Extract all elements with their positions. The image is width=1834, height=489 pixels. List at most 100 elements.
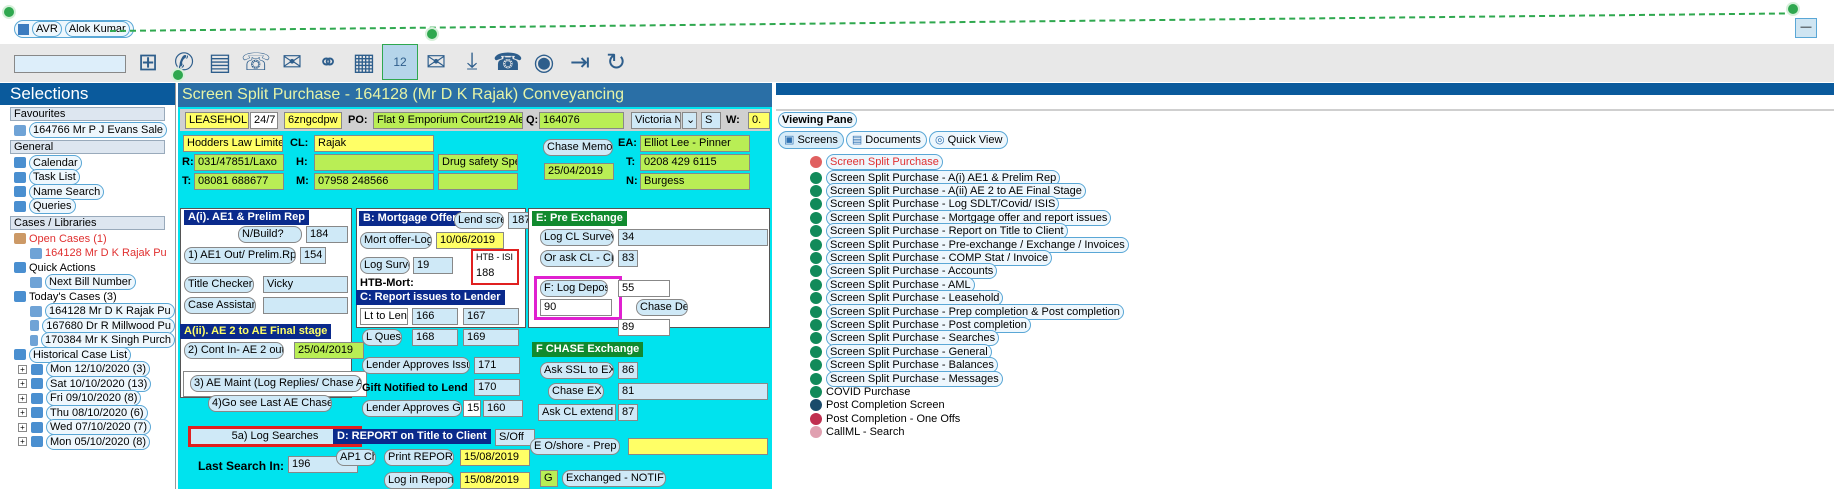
history-day-1[interactable]: + Mon 12/10/2020 (3) [0, 361, 175, 378]
tree-root[interactable]: Screen Split Purchase [810, 153, 943, 170]
drug-field[interactable]: Drug safety Spe [438, 154, 518, 171]
tab-screens[interactable]: ▣ Screens [778, 131, 844, 149]
tree-item[interactable]: CallML - Search [810, 425, 904, 440]
lender-approves-issues-button[interactable]: Lender Approves Issues [362, 357, 470, 374]
log-report-button[interactable]: Log in Report [384, 472, 454, 489]
today-case-2[interactable]: 167680 Dr R Millwood Pu [0, 317, 175, 334]
history-day-6[interactable]: + Mon 05/10/2020 (8) [0, 433, 175, 450]
history-day-2[interactable]: + Sat 10/10/2020 (13) [0, 375, 175, 392]
tab-documents[interactable]: ▤ Documents [845, 131, 927, 149]
add-case-icon[interactable]: ⊞ [130, 44, 166, 80]
expand-icon[interactable]: + [18, 437, 27, 447]
go-see-button[interactable]: 4)Go see Last AE Chaser [208, 395, 332, 412]
ea-t-field[interactable]: 0208 429 6115 [640, 154, 750, 171]
phone-icon[interactable]: ☏ [238, 44, 274, 80]
calendar-item[interactable]: Calendar [0, 154, 175, 171]
export-icon[interactable]: ⇥ [562, 44, 598, 80]
expand-icon[interactable]: + [18, 364, 27, 374]
search-input[interactable] [14, 55, 126, 73]
pin-icon[interactable] [1786, 2, 1800, 16]
h-field[interactable] [314, 154, 434, 171]
expand-icon[interactable]: + [18, 422, 27, 432]
print-report-button[interactable]: Print REPORT [384, 449, 454, 466]
ask-ssl-button[interactable]: Ask SSL to EX [540, 362, 614, 379]
q-field[interactable]: 164076 [539, 112, 624, 129]
todays-cases-item[interactable]: Today's Cases (3) [0, 290, 175, 305]
email-icon[interactable]: ✉ [418, 44, 454, 80]
today-case-3[interactable]: 170384 Mr K Singh Purch [0, 332, 175, 349]
lender-approves-gift-button[interactable]: Lender Approves Gift [362, 400, 462, 417]
task-list-item[interactable]: Task List [0, 169, 175, 186]
title-checker-button[interactable]: Title Checker [184, 276, 254, 293]
ap1-chk-button[interactable]: AP1 Chk [336, 449, 376, 466]
pin-icon[interactable] [171, 68, 185, 82]
s-button[interactable]: S [701, 112, 721, 129]
build-button[interactable]: N/Build? [238, 226, 302, 243]
coins-icon[interactable]: ◉ [526, 44, 562, 80]
deposit-input[interactable]: 90 [540, 299, 612, 316]
lend-screen-button[interactable]: Lend scre [454, 212, 504, 229]
ae1-out-button[interactable]: 1) AE1 Out/ Prelim.Rpt [184, 247, 296, 264]
ask-cl-cd-button[interactable]: Or ask CL - CD [540, 250, 614, 267]
lender-ques-button[interactable]: L Ques [362, 329, 402, 346]
m-field[interactable]: 07958 248566 [314, 173, 434, 190]
historical-item[interactable]: Historical Case List [0, 346, 175, 363]
expand-icon[interactable]: + [18, 379, 27, 389]
title-checker-select[interactable]: Vicky [263, 276, 348, 293]
t-field[interactable]: 08081 688677 [194, 173, 284, 190]
contact-icon[interactable]: ☎ [490, 44, 526, 80]
envelope-sign-icon[interactable]: ✉ [274, 44, 310, 80]
survey-select[interactable]: 19 [413, 257, 453, 274]
ea-field[interactable]: Elliot Lee - Pinner [640, 135, 750, 152]
cl-field[interactable]: Rajak [314, 135, 434, 152]
pin-icon[interactable] [425, 27, 439, 41]
sof-field[interactable]: S/Off [495, 429, 535, 446]
refresh-icon[interactable]: ↻ [598, 44, 634, 80]
minimize-button[interactable]: — [1795, 18, 1817, 38]
next-bill-item[interactable]: Next Bill Number [0, 274, 175, 291]
open-cases-item[interactable]: Open Cases (1) [0, 232, 175, 247]
quick-actions-item[interactable]: Quick Actions [0, 261, 175, 276]
fav-item[interactable]: 164766 Mr P J Evans Sale [0, 122, 175, 139]
open-case-item[interactable]: 164128 Mr D K Rajak Pu [0, 246, 175, 261]
mort-log-button[interactable]: Mort offer-Log [360, 232, 432, 249]
history-day-3[interactable]: + Fri 09/10/2020 (8) [0, 390, 175, 407]
log-deposit-button[interactable]: F: Log Deposit [540, 280, 608, 297]
history-day-4[interactable]: + Thu 08/10/2020 (6) [0, 404, 175, 421]
drug-field-2[interactable] [438, 173, 518, 190]
document-icon[interactable]: ▤ [202, 44, 238, 80]
victoria-select[interactable]: Victoria N [631, 112, 681, 129]
pin-icon[interactable] [2, 5, 16, 19]
favourites-header[interactable]: Favourites [10, 107, 165, 121]
build-select[interactable]: 184 [306, 226, 348, 243]
calendar-icon[interactable]: 12 [382, 44, 418, 80]
cases-header[interactable]: Cases / Libraries [10, 215, 165, 230]
chase-dep-button[interactable]: Chase Dep [636, 299, 688, 316]
tab-quick-view[interactable]: ◎ Quick View [928, 131, 1009, 149]
general-header[interactable]: General [10, 139, 165, 154]
cont-ae-button[interactable]: 2) Cont In- AE 2 out [184, 342, 284, 359]
ae-maint-button[interactable]: 3) AE Maint (Log Replies/ Chase AE) [190, 375, 362, 392]
fax-icon[interactable]: ▦ [346, 44, 382, 80]
history-day-5[interactable]: + Wed 07/10/2020 (7) [0, 419, 175, 436]
chevron-down-icon[interactable]: ⌄ [682, 112, 697, 129]
r-field[interactable]: 031/47851/Laxo [194, 154, 284, 171]
download-icon[interactable]: ⤓ [454, 44, 490, 80]
log-survey-button[interactable]: Log Survey [360, 257, 410, 274]
queries-item[interactable]: Queries [0, 198, 175, 215]
today-case-1[interactable]: 164128 Mr D K Rajak Pu [0, 303, 175, 320]
n-field[interactable]: Burgess [640, 173, 750, 190]
exchanged-button[interactable]: Exchanged - NOTIFY all [562, 470, 666, 487]
link-icon[interactable]: ⚭ [310, 44, 346, 80]
offshore-button[interactable]: E O/shore - Prep Ex [530, 438, 620, 455]
expand-icon[interactable]: + [18, 393, 27, 403]
log-cl-survey-button[interactable]: Log CL Survey [540, 229, 614, 246]
case-assistant-select[interactable] [263, 297, 348, 314]
case-assistant-button[interactable]: Case Assistant [184, 297, 256, 314]
ask-cl-extend-button[interactable]: Ask CL extend Ex [538, 404, 616, 421]
expand-icon[interactable]: + [18, 408, 27, 418]
name-search-item[interactable]: Name Search [0, 183, 175, 200]
po-field[interactable]: Flat 9 Emporium Court219 Alexa [373, 112, 523, 129]
chase-memo-button[interactable]: Chase Memo [543, 139, 613, 156]
chase-ex-button[interactable]: Chase EX [548, 383, 604, 400]
